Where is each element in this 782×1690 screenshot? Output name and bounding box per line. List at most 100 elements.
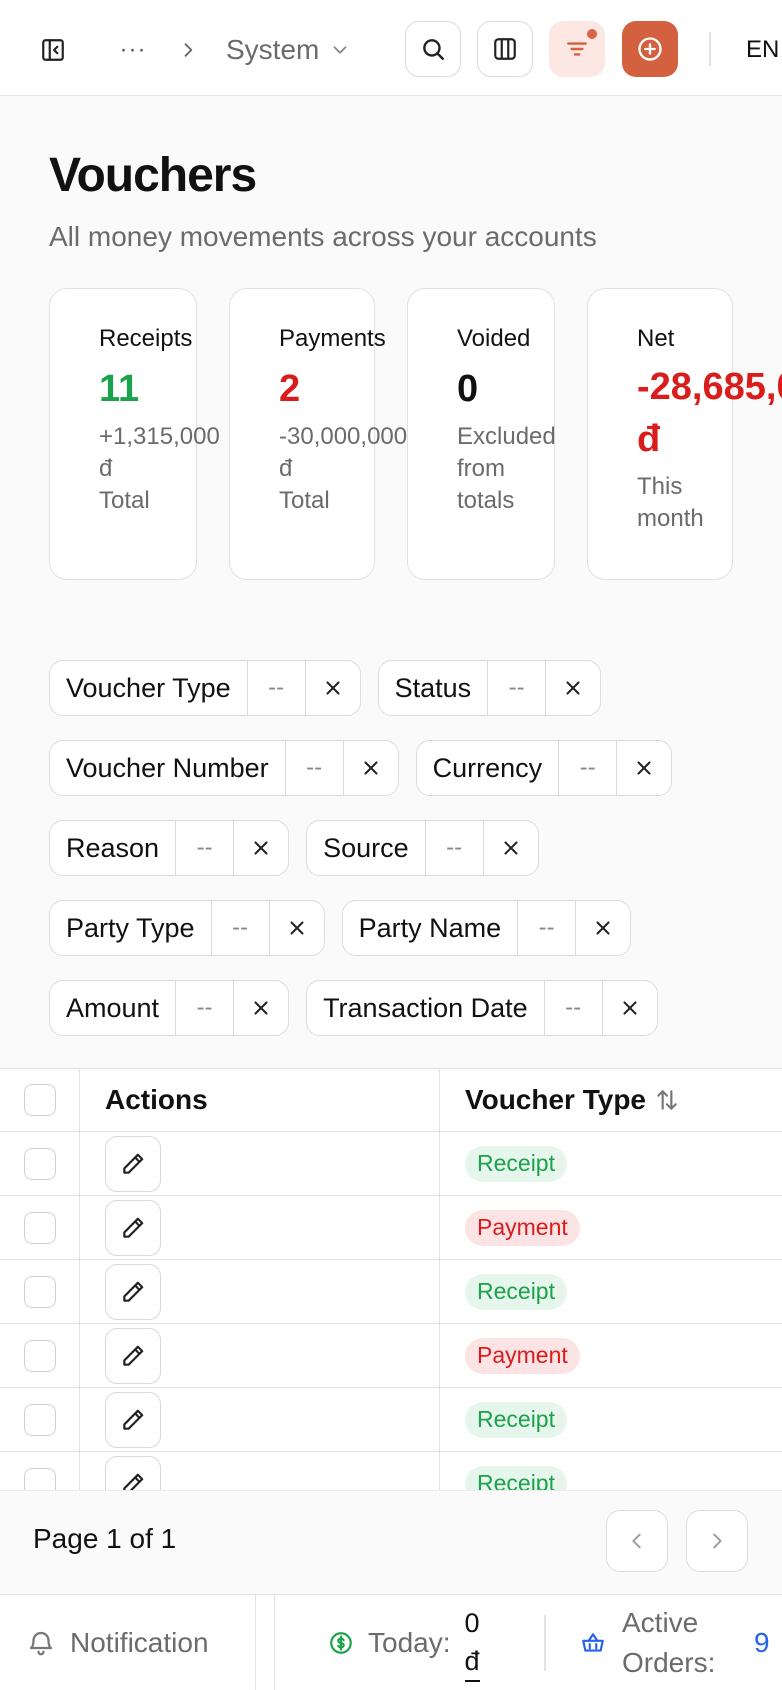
columns-icon [494,38,516,60]
next-page-button[interactable] [686,1510,748,1572]
row-type-cell: Payment [440,1324,782,1387]
filter-value[interactable]: -- [426,821,484,875]
edit-button[interactable] [105,1327,161,1384]
row-actions-cell [80,1452,440,1490]
active-filter-dot [585,27,599,41]
filter-clear-button[interactable] [344,741,398,795]
table-row[interactable]: Receipt [0,1452,782,1490]
filter-clear-button[interactable] [603,981,657,1035]
chevron-right-icon [168,27,208,73]
row-actions-cell [80,1260,440,1323]
today-amount: 0 [464,1608,480,1638]
row-checkbox[interactable] [23,1211,56,1244]
filter-value[interactable]: -- [286,741,344,795]
breadcrumb-more-button[interactable]: ··· [110,27,156,73]
filter-clear-button[interactable] [306,661,360,715]
filter-value[interactable]: -- [488,661,547,715]
stat-value: -28,685,000 đ [637,361,782,465]
voucher-type-badge: Receipt [465,1401,567,1438]
row-select-cell [0,1324,80,1387]
filter-clear-button[interactable] [234,821,288,875]
row-checkbox[interactable] [23,1275,56,1308]
filter-value[interactable]: -- [176,981,235,1035]
filter-label[interactable]: Currency [417,741,560,795]
edit-button[interactable] [105,1263,161,1320]
close-icon [504,841,518,855]
filter-value[interactable]: -- [212,901,270,955]
filter-button[interactable] [549,21,605,77]
edit-button[interactable] [105,1135,161,1192]
stat-value-line: -28,685,000 [637,366,782,408]
pencil-icon [123,1281,144,1302]
filter-label[interactable]: Amount [50,981,177,1035]
add-voucher-button[interactable] [622,21,678,77]
filter-clear-button[interactable] [234,981,288,1035]
filter-value[interactable]: -- [248,661,306,715]
stat-label: Net [637,325,675,352]
stat-note: Excluded from totals [457,421,597,517]
header-voucher-type[interactable]: Voucher Type [440,1069,782,1131]
select-all-checkbox[interactable] [23,1084,56,1116]
columns-button[interactable] [477,21,533,77]
close-icon [254,1001,268,1015]
today-label: Today: [368,1627,451,1658]
sidebar-toggle-icon[interactable] [30,27,76,73]
row-checkbox[interactable] [23,1147,56,1180]
edit-button[interactable] [105,1199,161,1256]
stat-note-line: Total [279,487,330,514]
table-row[interactable]: Receipt [0,1132,782,1196]
filter-clear-button[interactable] [484,821,538,875]
filter-label[interactable]: Voucher Number [50,741,286,795]
row-checkbox[interactable] [23,1467,56,1490]
filter-clear-button[interactable] [270,901,324,955]
edit-button[interactable] [105,1455,161,1490]
breadcrumb-system[interactable]: System [226,27,351,73]
filter-value[interactable]: -- [545,981,603,1035]
filter-label[interactable]: Voucher Type [50,661,248,715]
edit-button[interactable] [105,1391,161,1448]
active-orders[interactable]: Active Orders: 9 [580,1595,770,1690]
stat-card-receipts: Receipts 11 +1,315,000 đ Total [49,288,220,580]
filter-label[interactable]: Party Type [50,901,212,955]
row-select-cell [0,1260,80,1323]
filter-label[interactable]: Reason [50,821,177,875]
row-type-cell: Receipt [440,1132,782,1195]
filter-label[interactable]: Party Name [343,901,519,955]
row-checkbox[interactable] [23,1339,56,1372]
notification-button[interactable]: Notification [0,1595,256,1690]
stat-note-line: đ [99,455,113,482]
table-row[interactable]: Receipt [0,1388,782,1452]
row-checkbox[interactable] [23,1403,56,1436]
stat-card-voided: Voided 0 Excluded from totals [407,288,556,580]
filter-value[interactable]: -- [559,741,618,795]
filter-label[interactable]: Transaction Date [307,981,545,1035]
plus-circle-icon [638,37,662,61]
filter-label[interactable]: Source [307,821,426,875]
top-bar: ··· System EN [0,0,782,96]
filter-chip: Source -- [306,820,539,876]
filter-chips: Voucher Type -- Status -- Voucher Number -- Cu… [49,660,769,1036]
filter-clear-button[interactable] [546,661,600,715]
today-currency: đ [464,1642,480,1682]
search-button[interactable] [405,21,461,77]
filter-label[interactable]: Status [379,661,489,715]
filter-value[interactable]: -- [176,821,235,875]
table-row[interactable]: Receipt [0,1260,782,1324]
table-row[interactable]: Payment [0,1324,782,1388]
pencil-icon [123,1153,144,1174]
language-switch[interactable]: EN [746,27,779,73]
row-select-cell [0,1452,80,1490]
stat-note-line: from [457,455,505,482]
filter-clear-button[interactable] [576,901,630,955]
voucher-type-badge: Receipt [465,1145,567,1182]
header-actions: Actions [80,1069,440,1131]
filter-clear-button[interactable] [617,741,671,795]
previous-page-button[interactable] [606,1510,668,1572]
stat-note-line: đ [279,455,293,482]
filter-chip: Party Name -- [341,900,632,956]
basket-icon [582,1633,604,1652]
today-revenue: Today: 0 đ [328,1595,489,1690]
stat-label: Payments [279,325,386,352]
filter-value[interactable]: -- [518,901,577,955]
table-row[interactable]: Payment [0,1196,782,1260]
